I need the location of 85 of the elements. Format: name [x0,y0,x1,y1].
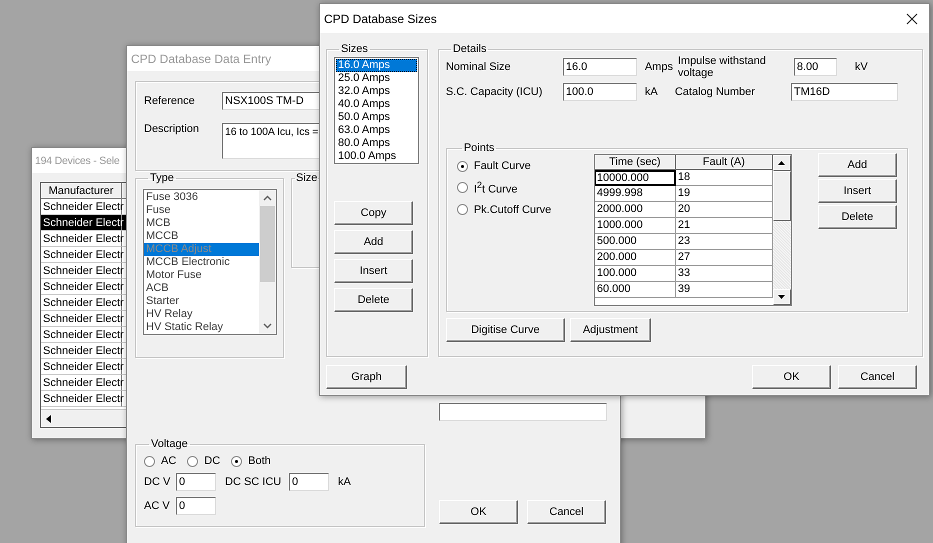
sc-capacity-field[interactable]: 100.0 [562,83,637,101]
table-cell[interactable]: 23 [676,234,773,250]
unit-label: kA [644,86,659,98]
column-header[interactable]: Time (sec) [594,155,676,170]
type-item[interactable]: Fuse 3036 [144,191,259,204]
window-title: CPD Database Sizes [324,12,437,26]
insert-button[interactable]: Insert [334,259,413,283]
table-cell[interactable]: 27 [676,250,773,266]
column-header[interactable]: Fault (A) [676,155,773,170]
table-cell[interactable]: 2000.000 [594,202,676,218]
type-item[interactable]: Motor Fuse [144,269,259,282]
table-cell[interactable]: 200.000 [594,250,676,266]
size-item[interactable]: 25.0 Amps [336,72,417,85]
group-label: Size [295,172,318,184]
table-cell[interactable]: 33 [676,266,773,282]
group-label: Details [452,43,488,55]
type-item[interactable]: MCCB [144,230,259,243]
size-item[interactable]: 50.0 Amps [336,111,417,124]
field-label: Nominal Size [446,61,512,73]
field-label: Catalog Number [674,86,756,98]
type-item[interactable]: Starter [144,295,259,308]
table-cell[interactable]: 500.000 [594,234,676,250]
catalog-number-field[interactable]: TM16D [790,83,898,101]
group-label: Type [149,172,175,184]
ac-voltage-field[interactable]: 0 [176,497,216,515]
table-cell[interactable]: 20 [676,202,773,218]
field-label: AC V [144,500,171,512]
voltage-radio[interactable]: Both [231,455,271,467]
cancel-button[interactable]: Cancel [527,500,606,524]
ok-button[interactable]: OK [439,500,518,524]
copy-button[interactable]: Copy [334,201,413,225]
standard-field[interactable] [439,403,607,421]
field-label: DC V [144,476,172,488]
table-cell[interactable]: 100.000 [594,266,676,282]
type-item[interactable]: HV Relay [144,308,259,321]
field-label: Impulse withstand voltage [678,55,767,79]
unit-label: kA [338,476,351,488]
window-title: 194 Devices - Sele [35,154,120,166]
group-label: Sizes [340,43,369,55]
type-item[interactable]: HV Static Relay [144,321,259,334]
type-item[interactable]: MCB [144,217,259,230]
curve-radio[interactable]: I$^{2}$t Curve [456,180,583,196]
table-cell[interactable]: 21 [676,218,773,234]
table-cell[interactable]: 60.000 [594,282,676,298]
group-label: Voltage [150,438,189,450]
field-label: Reference [144,95,196,107]
voltage-radio[interactable]: DC [187,455,220,467]
digitise-curve-button[interactable]: Digitise Curve [446,318,565,342]
cancel-button[interactable]: Cancel [838,365,917,389]
scrollbar[interactable] [772,155,791,305]
delete-button[interactable]: Delete [334,288,413,312]
voltage-radio[interactable]: AC [144,455,176,467]
insert-button[interactable]: Insert [818,179,897,203]
type-item[interactable]: ACB [144,282,259,295]
ok-button[interactable]: OK [752,365,831,389]
table-cell[interactable]: 39 [676,282,773,298]
close-icon[interactable] [906,12,918,24]
add-button[interactable]: Add [334,230,413,254]
table-cell[interactable]: 1000.000 [594,218,676,234]
adjustment-button[interactable]: Adjustment [570,318,651,342]
field-label: Description [144,123,200,135]
type-item[interactable]: Fuse [144,204,259,217]
impulse-voltage-field[interactable]: 8.00 [794,58,837,76]
nominal-size-field[interactable]: 16.0 [562,58,637,76]
add-button[interactable]: Add [818,153,897,177]
window-title: CPD Database Data Entry [131,52,272,66]
unit-label: kV [854,61,868,73]
dc-sc-icu-field[interactable]: 0 [289,473,329,491]
table-cell[interactable]: 10000.000 [594,170,676,186]
dc-voltage-field[interactable]: 0 [176,473,216,491]
delete-button[interactable]: Delete [818,205,897,229]
scroll-down-icon[interactable] [778,295,786,299]
scroll-up-icon[interactable] [778,161,786,165]
unit-label: Amps [644,61,674,73]
table-cell[interactable]: 18 [676,170,773,186]
graph-button[interactable]: Graph [326,365,407,389]
size-item[interactable]: 16.0 Amps [336,59,417,72]
curve-radio[interactable]: Fault Curve [456,160,583,172]
field-label: DC SC ICU [225,476,282,488]
table-cell[interactable]: 19 [676,186,773,202]
scroll-left-icon[interactable] [46,414,52,422]
group-label: Points [462,142,496,154]
type-item[interactable]: MCCB Electronic [144,256,259,269]
field-label: S.C. Capacity (ICU) [446,86,544,98]
table-cell[interactable]: 4999.998 [594,186,676,202]
